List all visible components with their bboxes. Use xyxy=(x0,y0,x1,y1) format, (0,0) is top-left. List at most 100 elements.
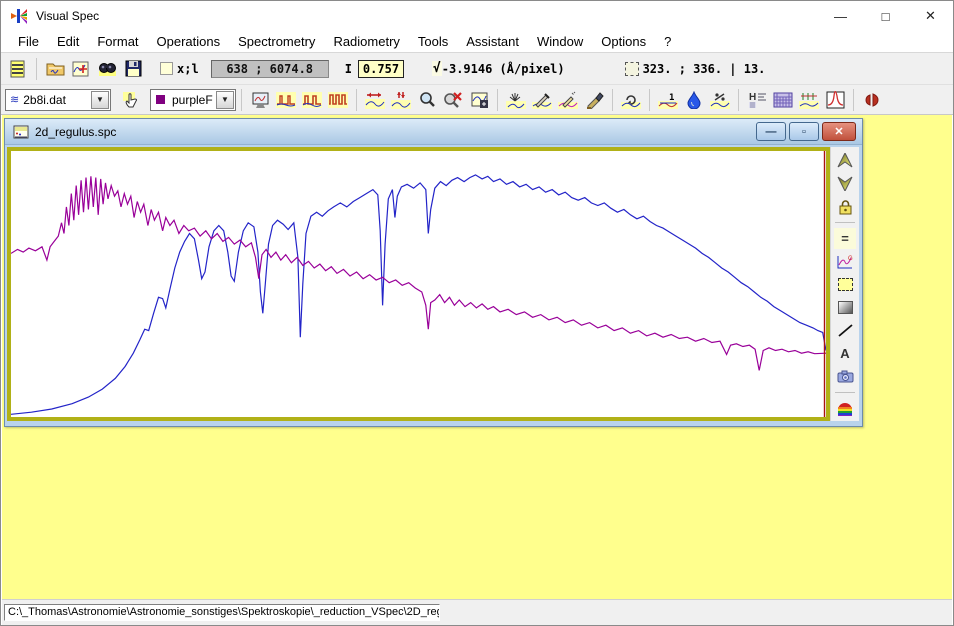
menu-item-window[interactable]: Window xyxy=(528,32,592,51)
zoom-off-icon[interactable] xyxy=(441,88,465,112)
sqrt-icon: √ xyxy=(432,61,442,76)
arrow-down-icon[interactable] xyxy=(834,173,856,194)
camera-icon[interactable] xyxy=(834,366,856,387)
dashed-select-icon[interactable] xyxy=(834,274,856,295)
document-window-controls: — ▫ ✕ xyxy=(756,122,858,141)
mdi-client-area: 2d_regulus.spc — ▫ ✕ xyxy=(2,115,952,601)
separator xyxy=(853,89,854,111)
spectrum-plot[interactable] xyxy=(7,147,830,421)
element-lines-icon[interactable] xyxy=(797,88,821,112)
file-combo[interactable]: ≋ 2b8i.dat ▼ xyxy=(5,89,111,111)
file-combo-value: 2b8i.dat xyxy=(19,93,90,107)
periodic-table-icon[interactable] xyxy=(771,88,795,112)
toolbar-tools: ≋ 2b8i.dat ▼ purpleF ▼ xyxy=(1,85,953,115)
gradient-fill-icon[interactable] xyxy=(834,297,856,318)
separator xyxy=(356,89,357,111)
brush-icon[interactable] xyxy=(582,88,606,112)
graph-g-icon[interactable]: G xyxy=(834,251,856,272)
profile-1-icon[interactable] xyxy=(274,88,298,112)
monitor-display-icon[interactable] xyxy=(248,88,272,112)
menu-item-operations[interactable]: Operations xyxy=(148,32,230,51)
stretch-y-icon[interactable] xyxy=(389,88,413,112)
xl-label: x;l xyxy=(177,62,199,76)
pen-curve-icon[interactable] xyxy=(556,88,580,112)
minimize-button[interactable]: — xyxy=(818,1,863,31)
separator xyxy=(835,222,855,223)
xl-checkbox[interactable] xyxy=(160,62,173,75)
h-element-icon[interactable]: H xyxy=(745,88,769,112)
document-close-button[interactable]: ✕ xyxy=(822,122,856,141)
arrow-up-icon[interactable] xyxy=(834,150,856,171)
profile-2-icon[interactable] xyxy=(300,88,324,112)
water-drop-icon[interactable] xyxy=(682,88,706,112)
purple-spectrum-curve xyxy=(11,176,826,370)
save-icon[interactable] xyxy=(121,57,145,81)
color-combo-value: purpleF xyxy=(168,93,215,107)
menu-item-edit[interactable]: Edit xyxy=(48,32,88,51)
selection-readout: 323. ; 336. | 13. xyxy=(643,62,766,76)
menu-item-radiometry[interactable]: Radiometry xyxy=(324,32,408,51)
menu-item-[interactable]: ? xyxy=(655,32,680,51)
undo-curve-icon[interactable] xyxy=(619,88,643,112)
maximize-button[interactable]: □ xyxy=(863,1,908,31)
menu-item-file[interactable]: File xyxy=(9,32,48,51)
open-file-icon[interactable] xyxy=(43,57,67,81)
separator xyxy=(241,89,242,111)
equals-icon[interactable]: = xyxy=(834,228,856,249)
separator xyxy=(649,89,650,111)
window-controls: — □ ✕ xyxy=(818,1,953,31)
svg-text:H: H xyxy=(749,92,756,103)
gaussian-fit-icon[interactable] xyxy=(823,88,847,112)
graph-edit-icon[interactable] xyxy=(69,57,93,81)
series-pages-icon[interactable] xyxy=(6,57,30,81)
spectrum-canvas[interactable] xyxy=(11,151,826,417)
menu-item-tools[interactable]: Tools xyxy=(409,32,457,51)
document-titlebar[interactable]: 2d_regulus.spc — ▫ ✕ xyxy=(5,119,862,145)
document-restore-button[interactable]: ▫ xyxy=(789,122,819,141)
normalize-one-icon[interactable]: 1 xyxy=(656,88,680,112)
text-a-icon[interactable]: A xyxy=(834,343,856,364)
file-combo-arrow[interactable]: ▼ xyxy=(91,91,109,109)
document-minimize-button[interactable]: — xyxy=(756,122,786,141)
pipette-curve-icon[interactable] xyxy=(530,88,554,112)
separator xyxy=(36,58,37,80)
menubar: FileEditFormatOperationsSpectrometryRadi… xyxy=(1,31,953,53)
close-button[interactable]: ✕ xyxy=(908,1,953,31)
dispersion-group: √ -3.9146 (Å/pixel) xyxy=(432,61,565,76)
titlebar: Visual Spec — □ ✕ xyxy=(1,1,953,31)
color-combo[interactable]: purpleF ▼ xyxy=(150,89,236,111)
profile-3-icon[interactable] xyxy=(326,88,350,112)
phase-speaker-icon[interactable] xyxy=(860,88,884,112)
percent-curve-icon[interactable] xyxy=(708,88,732,112)
multi-profile-icon[interactable] xyxy=(504,88,528,112)
zoom-in-icon[interactable] xyxy=(415,88,439,112)
rainbow-palette-icon[interactable] xyxy=(834,398,856,419)
toolbar-main: x;l 638 ; 6074.8 I 0.757 √ -3.9146 (Å/pi… xyxy=(1,53,953,85)
separator xyxy=(835,392,855,393)
color-combo-arrow[interactable]: ▼ xyxy=(216,91,234,109)
draw-line-icon[interactable] xyxy=(834,320,856,341)
document-title: 2d_regulus.spc xyxy=(35,125,116,139)
coordinate-readout: 638 ; 6074.8 xyxy=(211,60,329,78)
statusbar: C:\_Thomas\Astronomie\Astronomie_sonstig… xyxy=(2,599,952,625)
separator xyxy=(612,89,613,111)
separator xyxy=(497,89,498,111)
menu-item-options[interactable]: Options xyxy=(592,32,655,51)
window-title: Visual Spec xyxy=(36,9,99,23)
xl-toggle-group: x;l xyxy=(160,62,199,76)
app-icon xyxy=(10,8,28,24)
clipboard-graph-icon[interactable] xyxy=(467,88,491,112)
binoculars-icon[interactable] xyxy=(95,57,119,81)
hand-pick-icon[interactable] xyxy=(119,88,143,112)
svg-text:G: G xyxy=(848,256,853,262)
menu-item-assistant[interactable]: Assistant xyxy=(457,32,528,51)
selection-box-icon[interactable] xyxy=(625,62,639,76)
visual-spec-window: { "window": { "title": "Visual Spec", "m… xyxy=(0,0,954,626)
menu-item-format[interactable]: Format xyxy=(88,32,147,51)
lock-icon[interactable] xyxy=(834,196,856,217)
menu-item-spectrometry[interactable]: Spectrometry xyxy=(229,32,324,51)
document-body: = G A xyxy=(5,145,862,424)
stretch-x-icon[interactable] xyxy=(363,88,387,112)
intensity-label: I xyxy=(345,62,352,76)
document-window[interactable]: 2d_regulus.spc — ▫ ✕ xyxy=(4,118,863,427)
